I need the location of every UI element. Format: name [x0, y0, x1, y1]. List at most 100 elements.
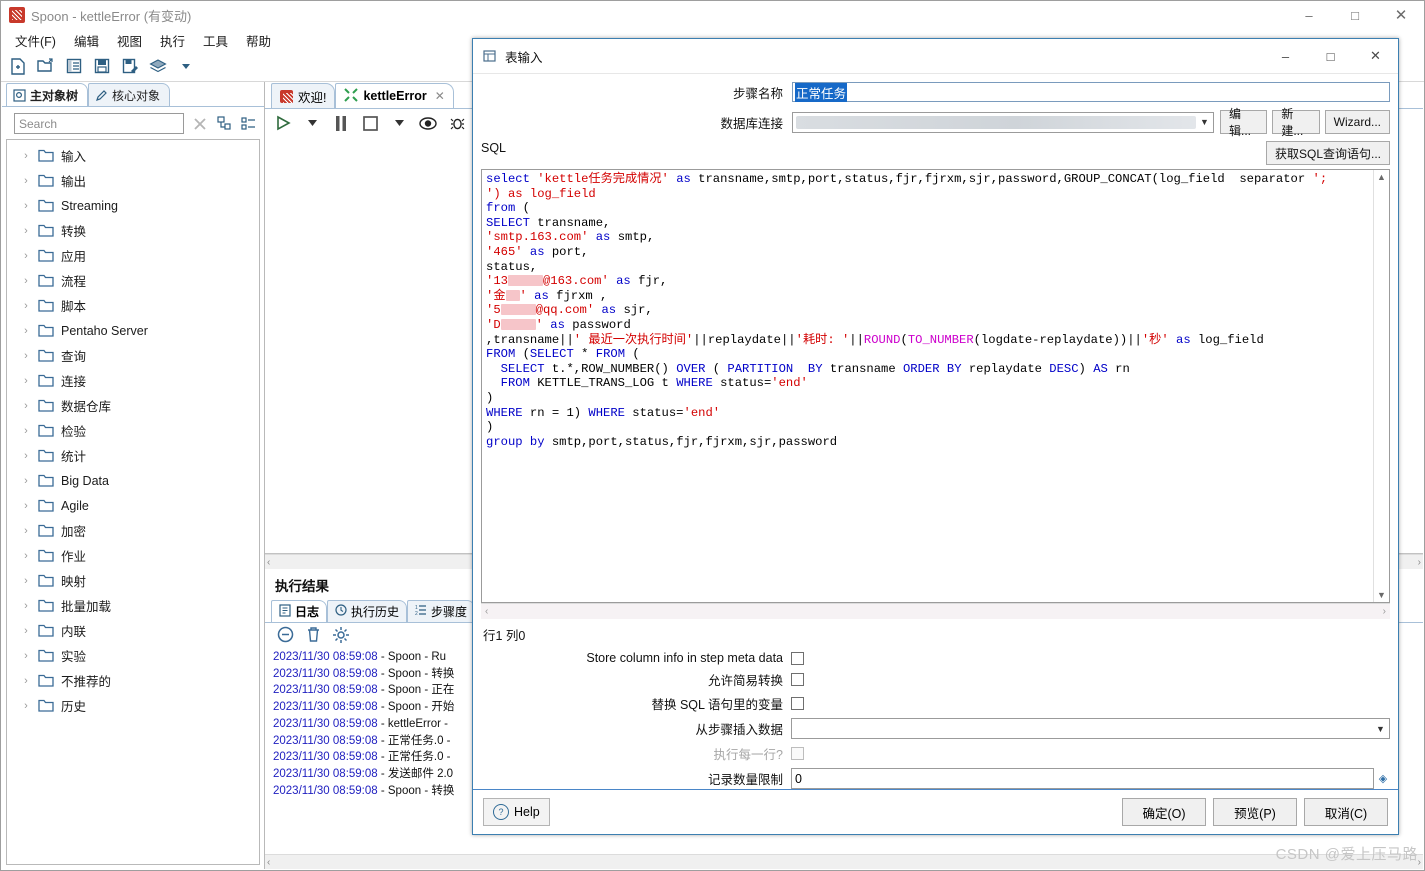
tree-item[interactable]: › 查询 [7, 343, 259, 368]
tree-item[interactable]: › 输出 [7, 168, 259, 193]
tree-item[interactable]: › Pentaho Server [7, 318, 259, 343]
layers-icon[interactable] [147, 55, 169, 77]
minimize-button[interactable]: – [1286, 1, 1332, 29]
dialog-minimize-button[interactable]: – [1263, 40, 1308, 73]
delete-icon[interactable] [306, 626, 321, 646]
debug-icon[interactable] [447, 113, 467, 133]
save-as-icon[interactable] [119, 55, 141, 77]
tree-item[interactable]: › Streaming [7, 193, 259, 218]
stop-icon[interactable] [360, 113, 380, 133]
chevron-right-icon[interactable]: › [21, 300, 31, 312]
scroll-down-icon[interactable]: ▼ [1377, 590, 1386, 600]
chevron-right-icon[interactable]: › [21, 650, 31, 662]
menu-file[interactable]: 文件(F) [7, 29, 64, 52]
chevron-right-icon[interactable]: › [21, 625, 31, 637]
menu-edit[interactable]: 编辑 [66, 29, 107, 52]
chevron-right-icon[interactable]: › [21, 425, 31, 437]
chevron-right-icon[interactable]: › [21, 275, 31, 287]
clear-x-icon[interactable] [192, 116, 208, 132]
scroll-right-icon[interactable]: › [1418, 857, 1421, 868]
chevron-right-icon[interactable]: › [21, 525, 31, 537]
new-connection-button[interactable]: 新建... [1272, 107, 1320, 138]
tree-item[interactable]: › 输入 [7, 143, 259, 168]
scroll-right-icon[interactable]: › [1383, 606, 1386, 617]
open-folder-icon[interactable] [35, 55, 57, 77]
tab-log[interactable]: 日志 [271, 600, 328, 622]
collapse-all-icon[interactable] [216, 116, 232, 132]
get-sql-button[interactable]: 获取SQL查询语句... [1265, 141, 1390, 165]
chevron-down-icon[interactable]: ▼ [1196, 117, 1213, 127]
chevron-right-icon[interactable]: › [21, 450, 31, 462]
scroll-right-icon[interactable]: › [1418, 557, 1421, 568]
chevron-right-icon[interactable]: › [21, 375, 31, 387]
tree-item[interactable]: › 连接 [7, 368, 259, 393]
tree-item[interactable]: › 实验 [7, 643, 259, 668]
sql-vscrollbar[interactable]: ▲ ▼ [1373, 170, 1389, 602]
chevron-right-icon[interactable]: › [21, 225, 31, 237]
tree-item[interactable]: › 检验 [7, 418, 259, 443]
close-button[interactable]: ✕ [1378, 1, 1424, 29]
chevron-right-icon[interactable]: › [21, 550, 31, 562]
tree-item[interactable]: › 加密 [7, 518, 259, 543]
chevron-right-icon[interactable]: › [21, 325, 31, 337]
tree-item[interactable]: › 作业 [7, 543, 259, 568]
chevron-right-icon[interactable]: › [21, 475, 31, 487]
lazy-conversion-checkbox[interactable] [791, 673, 804, 686]
help-button[interactable]: ? Help [483, 798, 550, 826]
menu-help[interactable]: 帮助 [238, 29, 279, 52]
replace-variables-checkbox[interactable] [791, 697, 804, 710]
tree-item[interactable]: › 转换 [7, 218, 259, 243]
explorer-icon[interactable] [63, 55, 85, 77]
tab-core-objects[interactable]: 核心对象 [88, 83, 171, 106]
save-icon[interactable] [91, 55, 113, 77]
tree-item[interactable]: › Agile [7, 493, 259, 518]
dialog-maximize-button[interactable]: □ [1308, 40, 1353, 73]
tree-item[interactable]: › 脚本 [7, 293, 259, 318]
run-icon[interactable] [273, 113, 293, 133]
connection-select[interactable]: ▼ [792, 111, 1214, 133]
tree-item[interactable]: › 应用 [7, 243, 259, 268]
sql-editor[interactable]: select 'kettle任务完成情况' as transname,smtp,… [481, 169, 1390, 603]
chevron-right-icon[interactable]: › [21, 575, 31, 587]
row-limit-input[interactable]: 0 [791, 768, 1374, 789]
tab-welcome[interactable]: 欢迎! [271, 83, 336, 108]
tree-item[interactable]: › 内联 [7, 618, 259, 643]
scroll-left-icon[interactable]: ‹ [485, 606, 488, 617]
close-icon[interactable]: ✕ [435, 89, 445, 103]
menu-view[interactable]: 视图 [109, 29, 150, 52]
tab-execution-history[interactable]: 执行历史 [327, 600, 408, 622]
store-column-info-checkbox[interactable] [791, 651, 804, 665]
log-hscrollbar[interactable]: ‹ › [265, 854, 1423, 869]
settings-gear-icon[interactable] [333, 626, 349, 646]
tree-item[interactable]: › 统计 [7, 443, 259, 468]
tab-kettleerror[interactable]: kettleError ✕ [335, 83, 454, 108]
preview-button[interactable]: 预览(P) [1213, 798, 1297, 826]
new-file-icon[interactable] [7, 55, 29, 77]
tree-item[interactable]: › 不推荐的 [7, 668, 259, 693]
scroll-left-icon[interactable]: ‹ [267, 557, 270, 568]
sql-code[interactable]: select 'kettle任务完成情况' as transname,smtp,… [482, 170, 1373, 602]
tab-step-metrics[interactable]: 12 步骤度 [407, 600, 476, 622]
maximize-button[interactable]: □ [1332, 1, 1378, 29]
tree-item[interactable]: › Big Data [7, 468, 259, 493]
edit-connection-button[interactable]: 编辑... [1220, 107, 1268, 138]
insert-from-step-select[interactable]: ▼ [791, 718, 1390, 739]
tree-item[interactable]: › 映射 [7, 568, 259, 593]
dropdown-caret-icon[interactable] [175, 55, 197, 77]
preview-icon[interactable] [418, 113, 438, 133]
cancel-button[interactable]: 取消(C) [1304, 798, 1388, 826]
step-name-input[interactable]: 正常任务 [792, 82, 1390, 102]
tree-item[interactable]: › 历史 [7, 693, 259, 718]
stop-dropdown-icon[interactable] [389, 113, 409, 133]
object-tree[interactable]: › 输入 › 输出 › Streaming › 转换 › 应用 › 流程 › 脚本 › Pentaho Ser… [6, 139, 260, 865]
clear-log-icon[interactable] [277, 626, 294, 646]
chevron-right-icon[interactable]: › [21, 400, 31, 412]
chevron-right-icon[interactable]: › [21, 675, 31, 687]
ok-button[interactable]: 确定(O) [1122, 798, 1206, 826]
chevron-right-icon[interactable]: › [21, 200, 31, 212]
run-dropdown-icon[interactable] [302, 113, 322, 133]
chevron-right-icon[interactable]: › [21, 250, 31, 262]
menu-tools[interactable]: 工具 [195, 29, 236, 52]
dialog-close-button[interactable]: ✕ [1353, 40, 1398, 73]
variable-insert-icon[interactable]: ◈ [1376, 772, 1390, 785]
